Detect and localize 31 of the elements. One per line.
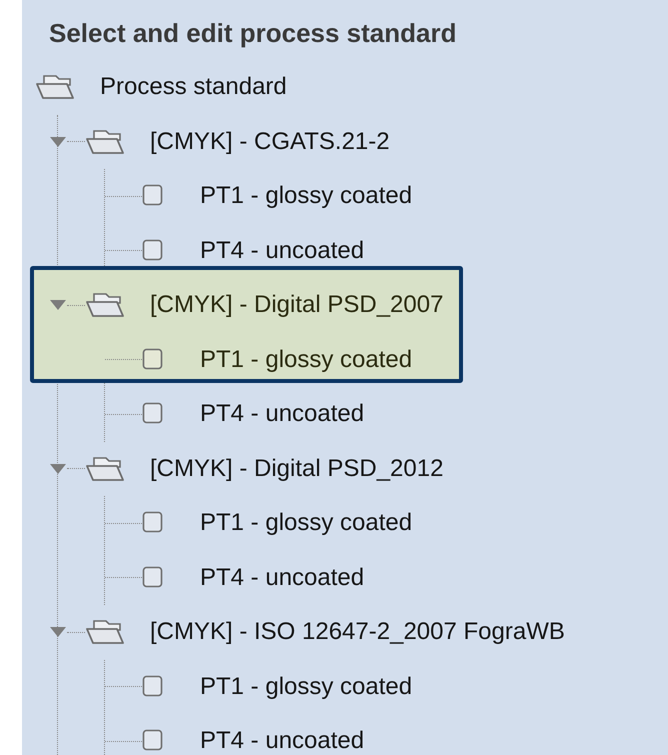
tree-item-label[interactable]: PT4 - uncoated xyxy=(200,232,364,269)
tree-item-label[interactable]: PT4 - uncoated xyxy=(200,396,364,432)
checkbox-icon[interactable] xyxy=(142,184,164,208)
folder-icon xyxy=(85,618,125,646)
tree-item-label[interactable]: [CMYK] - CGATS.21-2 xyxy=(150,124,390,160)
checkbox-icon[interactable] xyxy=(142,402,164,426)
checkbox-icon[interactable] xyxy=(142,674,164,699)
folder-icon xyxy=(85,291,125,320)
tree-item-label[interactable]: PT1 - glossy coated xyxy=(200,178,412,214)
checkbox-icon[interactable] xyxy=(142,511,164,536)
folder-icon xyxy=(35,73,75,102)
tree-item-label[interactable]: [CMYK] - Digital PSD_2012 xyxy=(150,450,444,487)
folder-icon xyxy=(85,128,125,156)
expanded-arrow-icon[interactable] xyxy=(49,136,67,148)
expanded-arrow-icon[interactable] xyxy=(49,299,67,312)
checkbox-icon[interactable] xyxy=(142,729,164,754)
tree-item-label[interactable]: PT1 - glossy coated xyxy=(200,505,412,542)
tree-item-label[interactable]: [CMYK] - ISO 12647-2_2007 FograWB xyxy=(150,614,565,650)
expanded-arrow-icon[interactable] xyxy=(49,626,67,638)
panel-title: Select and edit process standard xyxy=(48,17,458,50)
tree-item-label[interactable]: [CMYK] - Digital PSD_2007 xyxy=(150,287,444,324)
folder-icon xyxy=(85,454,125,483)
tree-item-label[interactable]: PT4 - uncoated xyxy=(200,723,364,755)
checkbox-icon[interactable] xyxy=(142,566,164,590)
checkbox-icon[interactable] xyxy=(142,348,164,372)
tree-item-label[interactable]: Process standard xyxy=(100,69,287,106)
tree-item-label[interactable]: PT4 - uncoated xyxy=(200,560,364,596)
tree-item-label[interactable]: PT1 - glossy coated xyxy=(200,342,412,378)
tree-item-label[interactable]: PT1 - glossy coated xyxy=(200,668,412,705)
checkbox-icon[interactable] xyxy=(142,238,164,263)
expanded-arrow-icon[interactable] xyxy=(49,462,67,475)
